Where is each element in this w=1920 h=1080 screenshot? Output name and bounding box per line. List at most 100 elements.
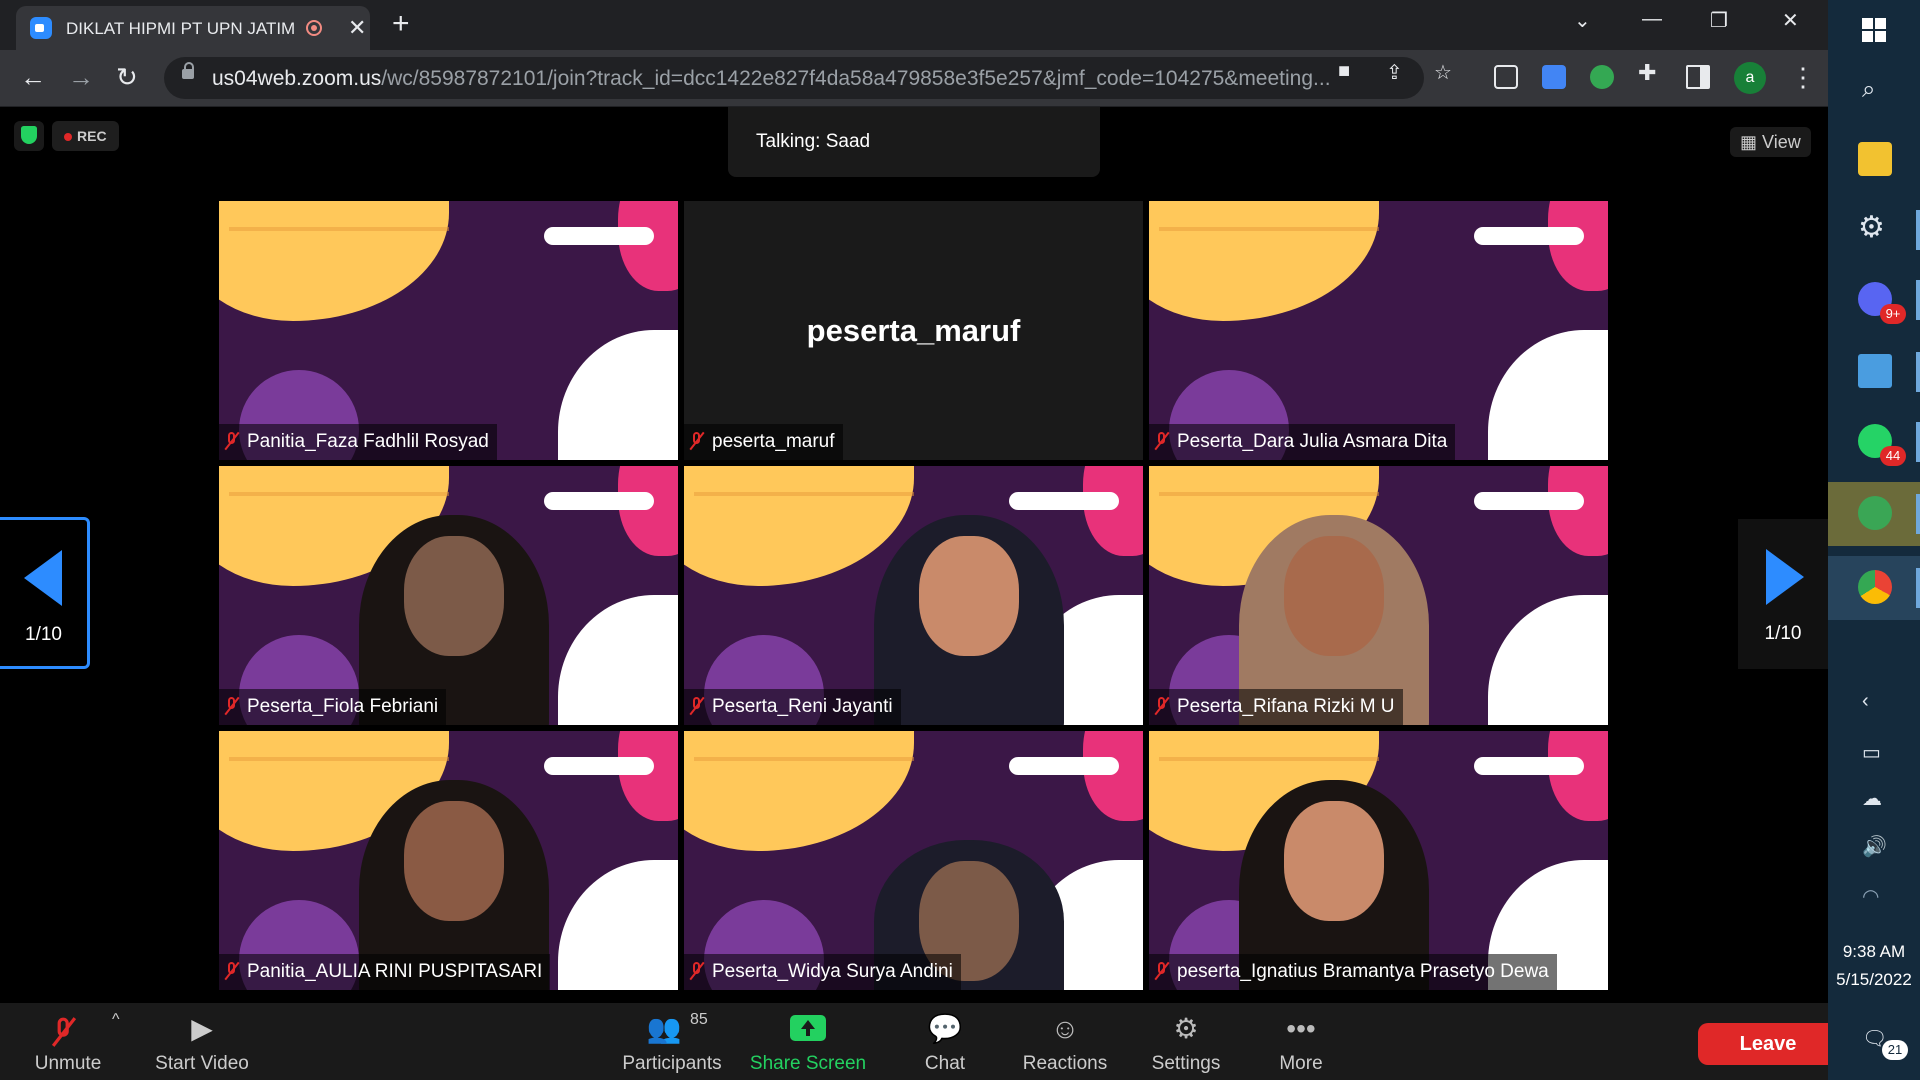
more-button[interactable]: ••• More — [1256, 1003, 1346, 1080]
participant-tile[interactable]: peserta_Ignatius Bramantya Prasetyo Dewa — [1149, 731, 1608, 990]
share-screen-button[interactable]: Share Screen — [748, 1003, 868, 1080]
audio-options-caret-icon[interactable]: ^ — [112, 1011, 120, 1029]
tab-search-icon[interactable]: ⌄ — [1574, 8, 1591, 33]
window-icon — [1858, 354, 1892, 388]
start-video-button[interactable]: ▶ Start Video — [142, 1003, 262, 1080]
onedrive-cloud-icon[interactable]: ☁ — [1862, 786, 1882, 811]
microphone-muted-icon — [225, 697, 239, 715]
participant-tile[interactable]: Peserta_Rifana Rizki M U — [1149, 466, 1608, 725]
previous-page-button[interactable]: 1/10 — [0, 517, 90, 669]
profile-avatar[interactable]: a — [1734, 62, 1766, 94]
chat-button[interactable]: 💬 Chat — [900, 1003, 990, 1080]
start-button[interactable] — [1828, 0, 1920, 64]
gear-icon: ⚙ — [1858, 211, 1885, 244]
chrome-menu-icon[interactable]: ⋮ — [1790, 62, 1816, 93]
back-button[interactable]: ← — [20, 62, 46, 92]
google-translate-icon[interactable] — [1542, 65, 1566, 89]
participant-tile[interactable]: Panitia_Faza Fadhlil Rosyad — [219, 201, 678, 460]
bookmark-star-icon[interactable]: ☆ — [1434, 60, 1452, 85]
taskbar-settings[interactable]: ⚙ — [1828, 198, 1920, 262]
participant-tile[interactable]: Peserta_Widya Surya Andini — [684, 731, 1143, 990]
settings-button[interactable]: ⚙ Settings — [1136, 1003, 1236, 1080]
participant-name-tag: peserta_maruf — [684, 424, 843, 460]
taskbar-chrome[interactable] — [1828, 556, 1920, 620]
ellipsis-icon: ••• — [1286, 1013, 1316, 1044]
wifi-icon[interactable]: ◠ — [1862, 884, 1879, 909]
participant-name: Peserta_Reni Jayanti — [712, 696, 893, 717]
windows-logo-icon — [1862, 18, 1886, 42]
minimize-button[interactable]: — — [1642, 8, 1662, 31]
taskbar-file-explorer[interactable] — [1828, 128, 1920, 192]
participant-name: Peserta_Fiola Febriani — [247, 696, 439, 717]
camera-in-use-icon[interactable]: ■ — [1338, 60, 1350, 83]
security-shield-icon[interactable] — [14, 121, 44, 151]
participant-name: Peserta_Dara Julia Asmara Dita — [1177, 431, 1448, 452]
globe-icon — [1858, 496, 1892, 530]
page-indicator: 1/10 — [1764, 623, 1802, 644]
chevron-left-icon[interactable]: ‹ — [1862, 690, 1869, 713]
microphone-muted-icon — [690, 962, 704, 980]
participant-name-tag: Peserta_Dara Julia Asmara Dita — [1149, 424, 1456, 460]
forward-button[interactable]: → — [68, 62, 94, 92]
reactions-button[interactable]: ☺ Reactions — [1010, 1003, 1120, 1080]
tab-strip: DIKLAT HIPMI PT UPN JATIM ✕ + ⌄ — ❐ ✕ — [0, 0, 1828, 50]
participant-name-tag: Peserta_Widya Surya Andini — [684, 954, 961, 990]
url-text: us04web.zoom.us/wc/85987872101/join?trac… — [212, 67, 1331, 90]
search-button[interactable]: ⌕ — [1828, 60, 1920, 124]
picture-in-picture-icon[interactable] — [1494, 65, 1518, 89]
clock-date[interactable]: 5/15/2022 — [1828, 970, 1920, 990]
participant-name: Panitia_Faza Fadhlil Rosyad — [247, 431, 489, 452]
participant-display-name: peserta_maruf — [806, 313, 1021, 348]
taskbar-download-manager[interactable] — [1828, 482, 1920, 546]
address-bar[interactable]: us04web.zoom.us/wc/85987872101/join?trac… — [164, 57, 1424, 99]
microphone-muted-icon — [225, 962, 239, 980]
share-icon[interactable]: ⇪ — [1386, 60, 1403, 85]
taskbar-discord[interactable]: 9+ — [1828, 268, 1920, 332]
participant-tile[interactable]: Peserta_Dara Julia Asmara Dita — [1149, 201, 1608, 460]
taskbar-control-panel[interactable] — [1828, 340, 1920, 404]
participant-tile[interactable]: Peserta_Fiola Febriani — [219, 466, 678, 725]
side-panel-icon[interactable] — [1686, 65, 1710, 89]
participant-name: peserta_maruf — [712, 431, 835, 452]
participants-button[interactable]: 👥 85 Participants — [612, 1003, 732, 1080]
participant-face — [404, 801, 504, 921]
participant-name: Peserta_Rifana Rizki M U — [1177, 696, 1395, 717]
microphone-muted-icon — [1155, 432, 1169, 450]
participant-tile[interactable]: Peserta_Reni Jayanti — [684, 466, 1143, 725]
participant-name-tag: Peserta_Fiola Febriani — [219, 689, 447, 725]
close-window-button[interactable]: ✕ — [1782, 8, 1799, 33]
arrow-left-icon — [24, 550, 62, 606]
participant-tile[interactable]: Panitia_AULIA RINI PUSPITASARI — [219, 731, 678, 990]
notification-badge: 21 — [1882, 1040, 1908, 1060]
zoom-meeting-area: REC Talking: Saad ▦ View 1/10 1/10 Panit… — [0, 107, 1838, 1080]
gear-icon: ⚙ — [1173, 1013, 1199, 1044]
battery-icon[interactable]: ▭ — [1862, 740, 1881, 765]
unmute-button[interactable]: Unmute — [18, 1003, 118, 1080]
participant-name: Panitia_AULIA RINI PUSPITASARI — [247, 961, 543, 982]
taskbar-whatsapp[interactable]: 44 — [1828, 410, 1920, 474]
microphone-muted-icon — [225, 432, 239, 450]
page-indicator: 1/10 — [25, 624, 62, 645]
participants-icon: 👥 — [646, 1013, 682, 1044]
participant-name: Peserta_Widya Surya Andini — [712, 961, 953, 982]
new-tab-button[interactable]: + — [392, 8, 410, 40]
reload-button[interactable]: ↻ — [116, 62, 138, 92]
participant-tile[interactable]: peserta_maruf peserta_maruf — [684, 201, 1143, 460]
close-tab-icon[interactable]: ✕ — [348, 15, 366, 41]
recording-badge: REC — [52, 121, 119, 151]
participant-face — [1284, 536, 1384, 656]
microphone-muted-icon — [1155, 697, 1169, 715]
smiley-plus-icon: ☺ — [1050, 1013, 1080, 1044]
extensions-puzzle-icon[interactable]: ✚ — [1638, 60, 1656, 86]
clock-time[interactable]: 9:38 AM — [1828, 942, 1920, 962]
view-button[interactable]: ▦ View — [1730, 127, 1811, 157]
restore-button[interactable]: ❐ — [1710, 8, 1728, 33]
tab-title: DIKLAT HIPMI PT UPN JATIM — [66, 19, 296, 38]
participant-grid: Panitia_Faza Fadhlil Rosyad peserta_maruf… — [219, 201, 1609, 996]
tab-zoom-meeting[interactable]: DIKLAT HIPMI PT UPN JATIM ✕ — [16, 6, 370, 50]
next-page-button[interactable]: 1/10 — [1738, 519, 1828, 669]
share-screen-icon — [790, 1015, 826, 1041]
leave-button[interactable]: Leave — [1698, 1023, 1838, 1065]
download-manager-icon[interactable] — [1590, 65, 1614, 89]
volume-icon[interactable]: 🔊 — [1862, 834, 1887, 859]
